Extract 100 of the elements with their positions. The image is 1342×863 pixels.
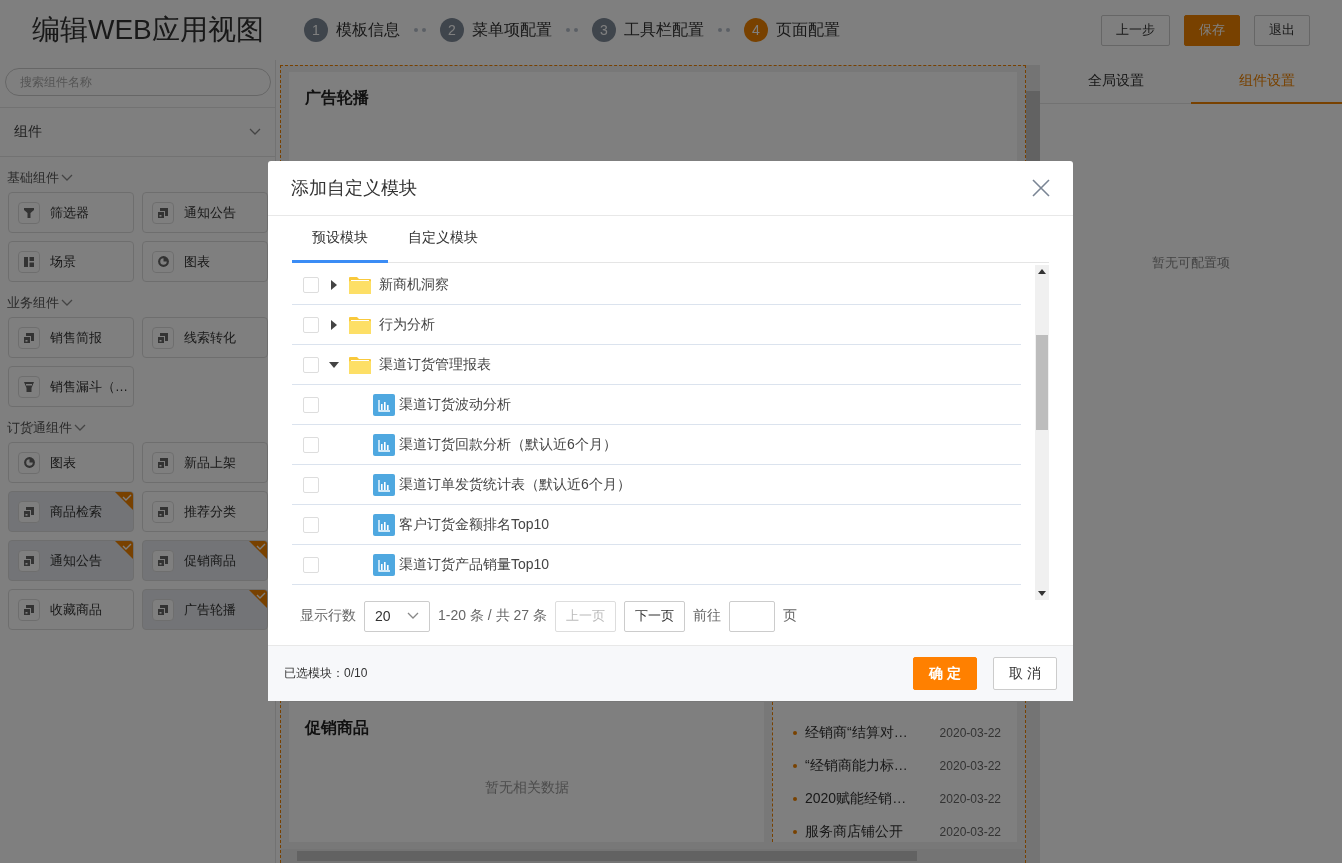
folder-icon <box>349 355 371 374</box>
component-card[interactable]: 广告轮播 <box>142 589 268 630</box>
group-title: 业务组件 <box>7 294 59 312</box>
component-dropdown[interactable]: 组件 <box>0 107 275 157</box>
component-label: 商品检索 <box>50 502 102 521</box>
checkbox[interactable] <box>303 316 319 333</box>
component-label: 广告轮播 <box>184 600 236 619</box>
confirm-button[interactable]: 确 定 <box>913 657 977 690</box>
tree-item-label[interactable]: 新商机洞察 <box>379 275 449 294</box>
component-card[interactable]: 筛选器 <box>8 192 134 233</box>
component-card[interactable]: 通知公告 <box>142 192 268 233</box>
news-title[interactable]: 服务商店铺公开 <box>805 823 903 841</box>
component-card[interactable]: 新品上架 <box>142 442 268 483</box>
component-label: 销售漏斗（… <box>50 377 128 396</box>
tree-item-label[interactable]: 渠道订货回款分析（默认近6个月） <box>399 435 617 454</box>
component-card[interactable]: 线索转化 <box>142 317 268 358</box>
page-title: 编辑WEB应用视图 <box>32 13 264 47</box>
tree-item-label[interactable]: 客户订货金额排名Top10 <box>399 515 550 534</box>
caret-right-icon[interactable] <box>329 279 339 290</box>
filter-icon <box>18 201 40 224</box>
tree-item-label[interactable]: 渠道订单发货统计表（默认近6个月） <box>399 475 631 494</box>
pie-chart-icon <box>152 250 174 273</box>
checkbox[interactable] <box>303 556 319 573</box>
component-label: 场景 <box>50 252 76 271</box>
bar-chart-icon <box>373 513 395 536</box>
checkbox[interactable] <box>303 516 319 533</box>
component-card[interactable]: 收藏商品 <box>8 589 134 630</box>
checkbox[interactable] <box>303 276 319 293</box>
bar-chart-icon <box>373 473 395 496</box>
squares-icon <box>18 549 40 572</box>
component-label: 通知公告 <box>184 203 236 222</box>
folder-icon <box>349 275 371 294</box>
component-label: 图表 <box>50 453 76 472</box>
list-scrollbar[interactable] <box>1035 265 1049 600</box>
caret-down-icon[interactable] <box>329 359 339 370</box>
component-label: 收藏商品 <box>50 600 102 619</box>
scroll-thumb[interactable] <box>1036 335 1048 430</box>
step-number: 3 <box>591 18 616 42</box>
page-input[interactable] <box>728 600 775 632</box>
component-card[interactable]: 推荐分类 <box>142 491 268 532</box>
dialog-tab[interactable]: 自定义模块 <box>388 216 498 263</box>
component-card[interactable]: 促销商品 <box>142 540 268 581</box>
bullet-dot <box>793 731 797 735</box>
tree-item-label[interactable]: 渠道订货管理报表 <box>379 355 491 374</box>
bar-chart-icon <box>373 433 395 456</box>
chevron-icon <box>249 128 261 136</box>
component-card[interactable]: 销售漏斗（… <box>8 366 134 407</box>
tree-item-label[interactable]: 行为分析 <box>379 315 435 334</box>
checkbox[interactable] <box>303 396 319 413</box>
bar-chart-icon <box>373 553 395 576</box>
component-card[interactable]: 销售简报 <box>8 317 134 358</box>
checkbox[interactable] <box>303 356 319 373</box>
checkbox[interactable] <box>303 476 319 493</box>
component-card[interactable]: 商品检索 <box>8 491 134 532</box>
rows-label: 显示行数 <box>300 607 356 625</box>
component-card[interactable]: 场景 <box>8 241 134 282</box>
header-button[interactable]: 退出 <box>1254 14 1310 46</box>
step-label: 模板信息 <box>335 19 400 40</box>
checkbox[interactable] <box>303 436 319 453</box>
check-corner-icon <box>115 492 133 510</box>
squares-icon <box>152 500 174 523</box>
squares-icon <box>152 451 174 474</box>
scroll-down-icon[interactable] <box>1038 591 1046 596</box>
component-card[interactable]: 图表 <box>142 241 268 282</box>
squares-icon <box>18 500 40 523</box>
caret-right-icon[interactable] <box>329 319 339 330</box>
component-label: 图表 <box>184 252 210 271</box>
chevron-icon <box>61 299 73 307</box>
squares-icon <box>152 549 174 572</box>
group-title: 订货通组件 <box>7 419 72 437</box>
news-title[interactable]: 经销商“结算对… <box>805 724 908 742</box>
news-date: 2020-03-22 <box>939 726 1001 740</box>
bullet-dot <box>793 830 797 834</box>
card-title: 促销商品 <box>305 718 370 738</box>
scroll-up-icon[interactable] <box>1038 269 1046 274</box>
page-range: 1-20 条 / 共 27 条 <box>438 607 547 625</box>
component-label: 新品上架 <box>184 453 236 472</box>
selected-count: 已选模块：0/10 <box>284 665 368 682</box>
tree-item-label[interactable]: 渠道订货波动分析 <box>399 395 511 414</box>
chevron-icon <box>61 174 73 182</box>
step-number: 2 <box>439 18 464 42</box>
settings-tab[interactable]: 全局设置 <box>1040 60 1191 104</box>
component-label: 筛选器 <box>50 203 89 222</box>
rows-select[interactable]: 20 <box>364 600 430 632</box>
cancel-button[interactable]: 取 消 <box>993 657 1057 690</box>
step-number: 1 <box>303 18 328 42</box>
component-card[interactable]: 通知公告 <box>8 540 134 581</box>
component-card[interactable]: 图表 <box>8 442 134 483</box>
chevron-icon <box>407 612 419 620</box>
news-date: 2020-03-22 <box>939 825 1001 839</box>
news-card[interactable]: 经销商“结算对… 2020-03-22 “经销商能力标… 2020-03-22 2020赋能经销… 2020-03-22 服务商店铺公开 2020-03-22 <box>772 702 1017 842</box>
close-button[interactable] <box>1032 179 1050 197</box>
tree-item-label[interactable]: 渠道订货产品销量Top10 <box>399 555 550 574</box>
dialog-title: 添加自定义模块 <box>291 177 417 200</box>
page-button[interactable]: 下一页 <box>623 600 685 632</box>
news-title[interactable]: 2020赋能经销… <box>805 790 907 808</box>
group-title: 基础组件 <box>7 169 59 187</box>
news-title[interactable]: “经销商能力标… <box>805 757 908 775</box>
dialog-tab[interactable]: 预设模块 <box>292 216 388 263</box>
horizontal-scrollbar[interactable] <box>281 849 1025 863</box>
